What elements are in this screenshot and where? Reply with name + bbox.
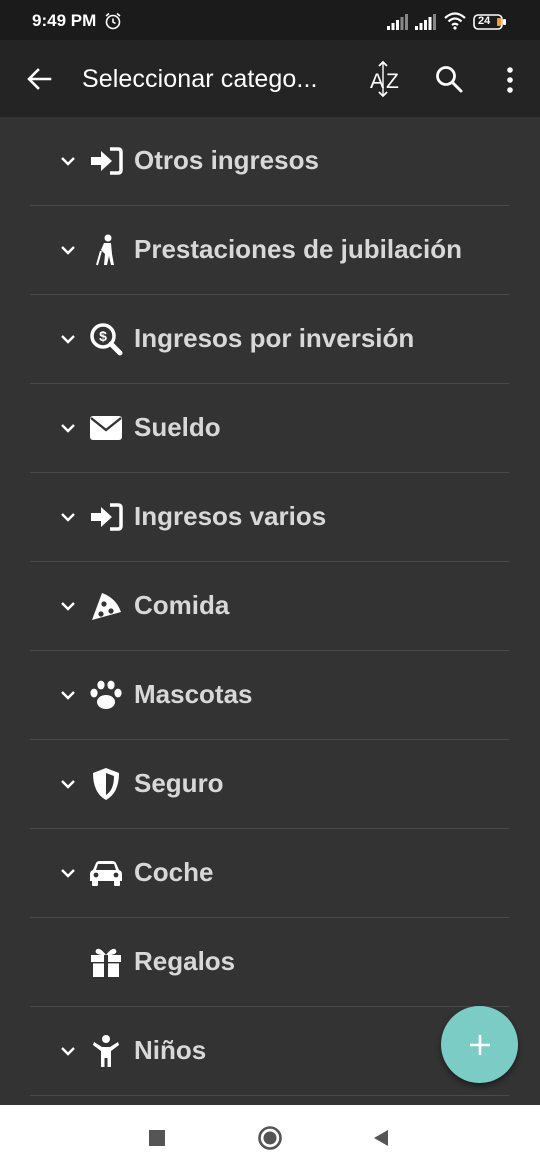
page-title: Seleccionar catego... [82,65,318,93]
shield-icon [88,766,124,802]
chevron-down-icon[interactable] [58,329,78,349]
chevron-down-icon[interactable] [58,1041,78,1061]
category-row-inversion[interactable]: $ Ingresos por inversión [0,295,540,384]
triangle-back-icon [374,1130,388,1146]
home-button[interactable] [255,1123,285,1153]
sign-in-icon [88,499,124,535]
category-row-ingresos-varios[interactable]: Ingresos varios [0,473,540,562]
signal-icon [415,14,436,30]
category-label: Otros ingresos [134,145,319,175]
system-nav-bar [0,1105,540,1170]
search-icon [436,66,463,93]
chevron-down-icon[interactable] [58,685,78,705]
recents-button[interactable] [142,1123,172,1153]
svg-text:Z: Z [386,70,399,93]
category-label: Regalos [134,946,236,976]
category-row-prestaciones[interactable]: Prestaciones de jubilación [0,206,540,295]
sign-in-icon [88,143,124,179]
category-row-comida[interactable]: Comida [0,562,540,651]
battery-level: 24 [478,15,491,27]
status-time: 9:49 PM [32,11,97,30]
chevron-down-icon[interactable] [58,596,78,616]
category-label: Sueldo [134,412,221,442]
chevron-down-icon[interactable] [58,863,78,883]
category-row-mascotas[interactable]: Mascotas [0,651,540,740]
battery-icon: 24 [473,14,507,30]
sort-az-icon: A Z [370,60,399,98]
category-label: Seguro [134,768,224,798]
child-icon [88,1033,124,1069]
category-row-otros-ingresos[interactable]: Otros ingresos [0,117,540,206]
chevron-down-icon[interactable] [58,240,78,260]
elderly-person-icon [88,232,124,268]
more-vert-icon [507,67,513,93]
divider [30,1095,509,1096]
arrow-back-icon [27,68,52,90]
more-options-button[interactable] [496,62,524,98]
category-label: Comida [134,590,230,620]
back-button[interactable] [22,62,56,96]
svg-text:A: A [370,70,384,93]
app-bar: Seleccionar catego... A Z [0,40,540,117]
chevron-down-icon[interactable] [58,507,78,527]
category-row-seguro[interactable]: Seguro [0,740,540,829]
chevron-down-icon[interactable] [58,774,78,794]
square-icon [149,1130,165,1146]
category-label: Coche [134,857,214,887]
back-nav-button[interactable] [366,1123,396,1153]
sort-button[interactable]: A Z [366,60,406,100]
svg-text:$: $ [99,328,107,344]
category-label: Mascotas [134,679,253,709]
plus-icon [469,1034,490,1055]
status-bar: 9:49 PM 24 [0,0,540,40]
car-icon [88,855,124,891]
chevron-down-icon[interactable] [58,418,78,438]
alarm-icon [105,12,121,30]
category-label: Ingresos por inversión [134,323,415,353]
circle-icon [258,1126,282,1150]
wifi-icon [444,12,466,30]
gift-icon [88,944,124,980]
category-row-sueldo[interactable]: Sueldo [0,384,540,473]
paw-icon [88,677,124,713]
category-row-regalos[interactable]: Regalos [0,918,540,1007]
category-label: Prestaciones de jubilación [134,234,462,264]
category-label: Niños [134,1035,207,1065]
envelope-icon [88,410,124,446]
search-button[interactable] [432,62,468,98]
signal-icon [387,14,408,30]
category-row-coche[interactable]: Coche [0,829,540,918]
chevron-down-icon[interactable] [58,151,78,171]
pizza-slice-icon [88,588,124,624]
search-dollar-icon: $ [88,321,124,357]
category-label: Ingresos varios [134,501,327,531]
add-category-button[interactable] [441,1006,518,1083]
